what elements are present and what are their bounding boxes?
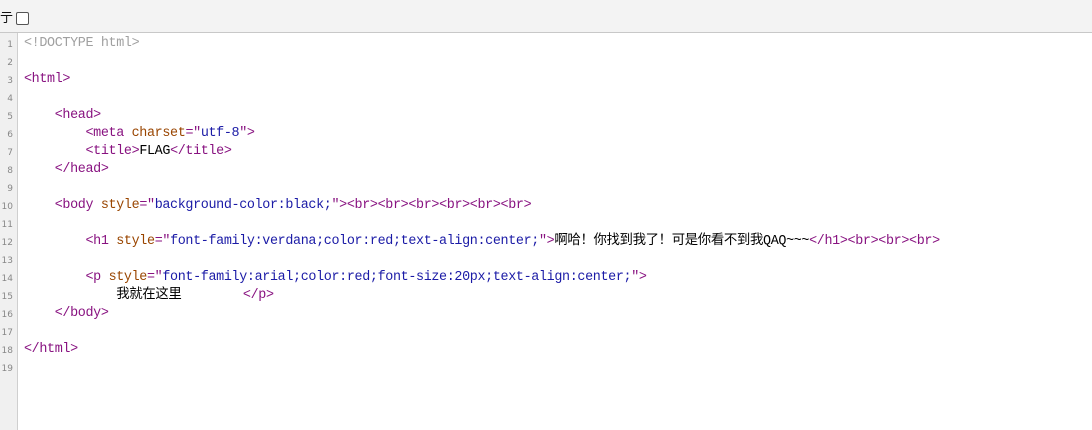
- view-source-toolbar: 亍: [0, 0, 1092, 33]
- code-token-tag: ">: [239, 126, 255, 141]
- source-line: 5 <head>: [0, 107, 1092, 125]
- source-line: 19: [0, 359, 1092, 377]
- line-number: 7: [7, 148, 13, 158]
- source-line: 14 <p style="font-family:arial;color:red…: [0, 269, 1092, 287]
- code-token-attr: charset: [131, 126, 186, 141]
- code-token-tag: </head>: [54, 162, 109, 177]
- line-code: 我就在这里 </p>: [24, 287, 274, 305]
- source-line: 1 <!DOCTYPE html>: [0, 35, 1092, 53]
- code-token-tag: <meta: [85, 126, 132, 141]
- source-line: 13: [0, 251, 1092, 269]
- line-code: <p style="font-family:arial;color:red;fo…: [24, 269, 647, 287]
- code-token-txt: FLAG: [139, 144, 171, 159]
- code-token-tag: =": [147, 270, 163, 285]
- code-token-tag: <html>: [24, 72, 71, 87]
- line-number: 11: [1, 220, 13, 230]
- line-code: </html>: [24, 341, 78, 359]
- source-line: 7 <title>FLAG</title>: [0, 143, 1092, 161]
- code-token-attr: style: [116, 234, 155, 249]
- line-number: 13: [1, 256, 13, 266]
- line-number: 19: [1, 364, 13, 374]
- code-token-tag: =": [139, 198, 155, 213]
- code-token-tag: </html>: [24, 342, 78, 357]
- line-number: 17: [1, 328, 13, 338]
- code-token-attr: style: [100, 198, 140, 213]
- source-line: 15 我就在这里 </p>: [0, 287, 1092, 305]
- source-line: 8 </head>: [0, 161, 1092, 179]
- code-token-tag: <title>: [85, 144, 140, 159]
- code-token-tag: ">: [538, 234, 555, 249]
- code-token-val: background-color:black;: [154, 198, 332, 213]
- code-token-doctype: <!DOCTYPE html>: [24, 36, 140, 51]
- line-code: </body>: [24, 305, 109, 323]
- line-number: 2: [7, 58, 13, 68]
- code-token-tag: <p: [85, 270, 109, 285]
- line-code: <head>: [24, 107, 101, 125]
- source-line: 10 <body style="background-color:black;"…: [0, 197, 1092, 215]
- line-number: 6: [7, 130, 13, 140]
- line-number: 15: [1, 292, 13, 302]
- code-token-tag: =": [185, 126, 201, 141]
- source-line: 16 </body>: [0, 305, 1092, 323]
- source-line: 6 <meta charset="utf-8">: [0, 125, 1092, 143]
- code-token-val: font-family:verdana;color:red;text-align…: [170, 234, 539, 249]
- code-token-tag: <h1: [85, 234, 117, 249]
- line-number: 5: [7, 112, 13, 122]
- code-token-txt: 啊哈！你找到我了！可是你看不到我QAQ~~~: [554, 234, 810, 249]
- line-number: 18: [1, 346, 13, 356]
- line-number: 4: [7, 94, 13, 104]
- code-token-tag: </h1><br><br><br>: [809, 234, 940, 249]
- code-token-tag: ">: [631, 270, 647, 285]
- code-token-tag: </p>: [242, 288, 274, 303]
- code-token-tag: =": [154, 234, 171, 249]
- source-line: 12 <h1 style="font-family:verdana;color:…: [0, 233, 1092, 251]
- source-line: 2: [0, 53, 1092, 71]
- line-number: 16: [1, 310, 13, 320]
- line-code: <!DOCTYPE html>: [24, 35, 140, 53]
- line-number: 9: [7, 184, 13, 194]
- code-token-txt: 我就在这里: [24, 288, 243, 303]
- code-token-tag: </title>: [170, 144, 232, 159]
- code-token-val: utf-8: [200, 126, 240, 141]
- code-token-val: font-family:arial;color:red;font-size:20…: [162, 270, 632, 285]
- source-line: 17: [0, 323, 1092, 341]
- source-line: 18 </html>: [0, 341, 1092, 359]
- line-number: 14: [1, 274, 13, 284]
- line-number: 10: [1, 202, 13, 212]
- source-code: 1 <!DOCTYPE html> 2 3 <html> 4 5 <head> 6 <meta…: [0, 35, 1092, 377]
- line-number: 8: [7, 166, 13, 176]
- code-token-tag: <body: [54, 198, 101, 213]
- source-line: 11: [0, 215, 1092, 233]
- line-number: 12: [1, 238, 13, 248]
- line-number: 3: [7, 76, 13, 86]
- line-number: 1: [7, 40, 13, 50]
- line-wrap-checkbox[interactable]: [16, 12, 29, 25]
- line-code: <h1 style="font-family:verdana;color:red…: [24, 233, 941, 251]
- code-token-attr: style: [108, 270, 148, 285]
- source-line: 4: [0, 89, 1092, 107]
- source-line: 9: [0, 179, 1092, 197]
- line-code: <html>: [24, 71, 70, 89]
- line-code: <title>FLAG</title>: [24, 143, 232, 161]
- code-token-tag: "><br><br><br><br><br><br>: [331, 198, 532, 213]
- line-code: <body style="background-color:black;"><b…: [24, 197, 532, 215]
- line-wrap-label: 亍: [0, 11, 14, 26]
- source-line: 3 <html>: [0, 71, 1092, 89]
- line-code: </head>: [24, 161, 109, 179]
- code-token-tag: <head>: [54, 108, 101, 123]
- source-viewer[interactable]: 1 <!DOCTYPE html> 2 3 <html> 4 5 <head> 6 <meta…: [0, 33, 1092, 430]
- code-token-tag: </body>: [54, 306, 109, 321]
- line-code: <meta charset="utf-8">: [24, 125, 255, 143]
